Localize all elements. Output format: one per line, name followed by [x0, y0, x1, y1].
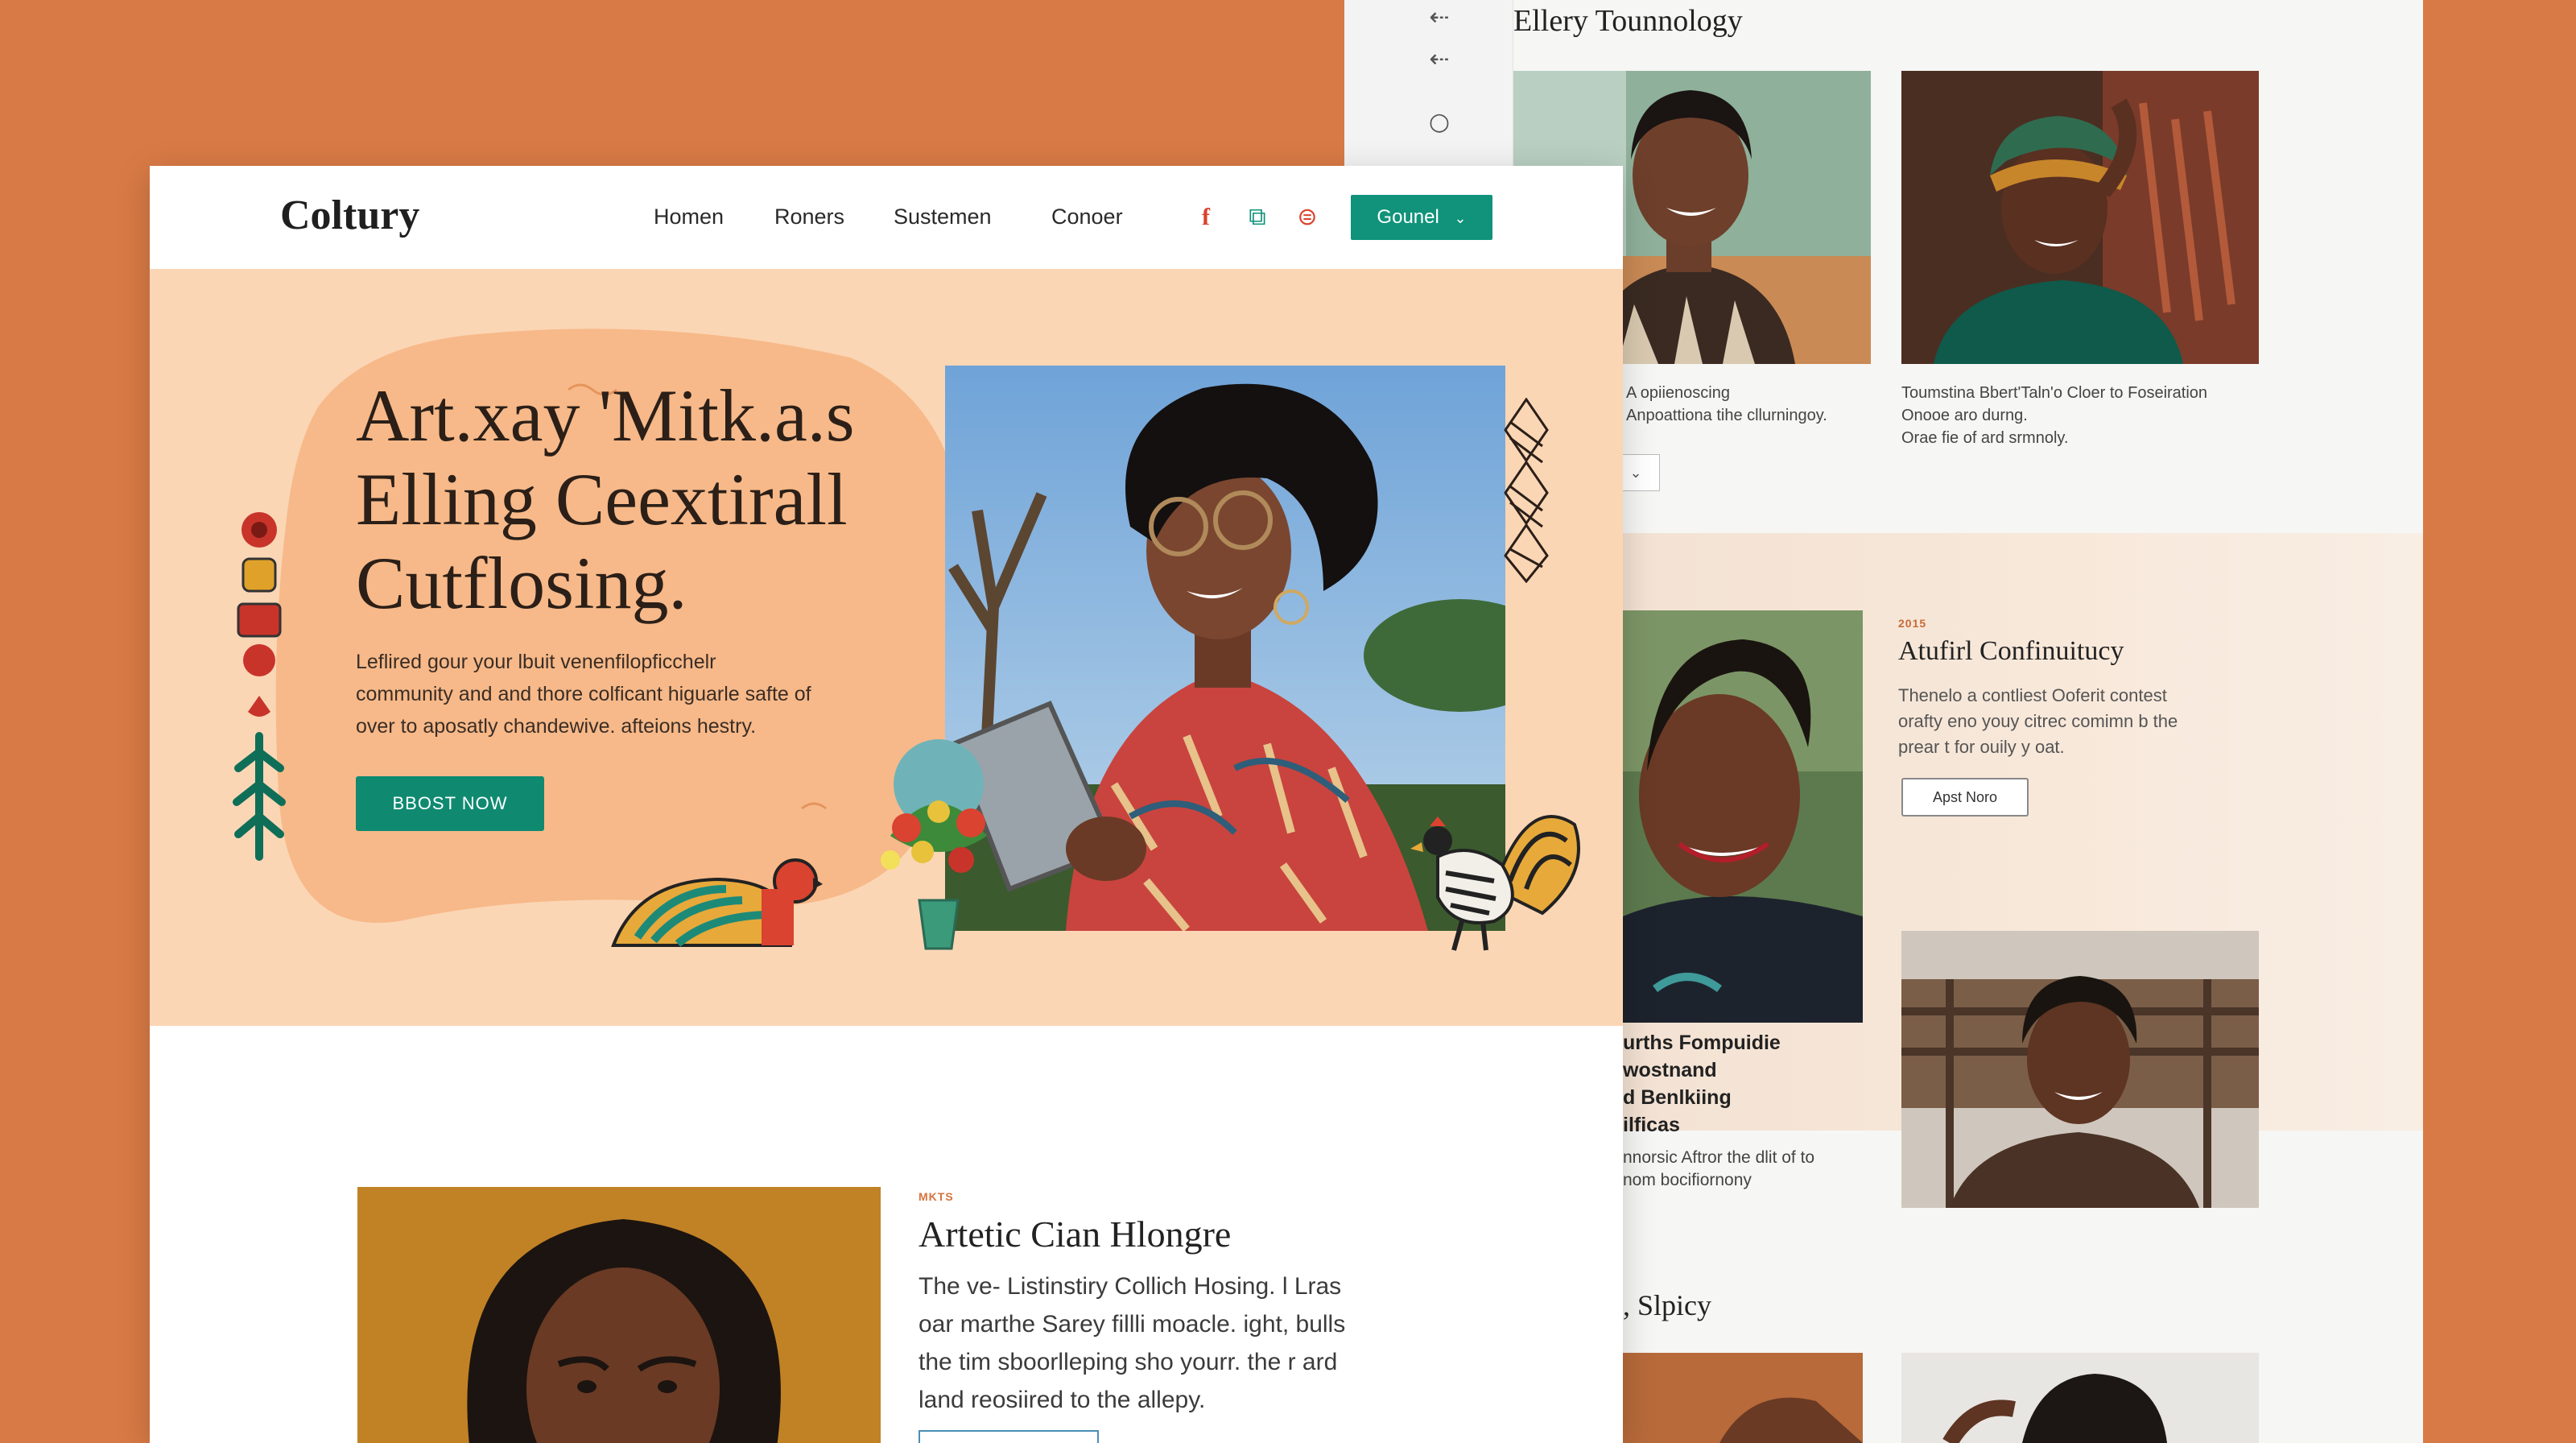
heading-line: Art.xay 'Mitk.a.s [356, 374, 855, 457]
feature-body: Thenelo a contliest Ooferit contest oraf… [1898, 683, 2178, 760]
gallery-title: Ellery Tounnology [1513, 4, 1743, 38]
body-line: prear t for ouily y oat. [1898, 737, 2065, 757]
flower-vase-icon [881, 739, 987, 950]
caption-line: A opiienoscing [1626, 384, 1730, 402]
portrait-photo[interactable] [1623, 1353, 1863, 1443]
portrait-photo[interactable] [1901, 931, 2259, 1208]
feature-button[interactable]: Apst Noro [1901, 778, 2029, 817]
article-body: The ve- Listinstiry Collich Hosing. l Lr… [919, 1267, 1418, 1419]
portrait-photo[interactable] [1901, 1353, 2259, 1443]
hero-section: Art.xay 'Mitk.a.s Elling Ceextirall Cutf… [150, 269, 1623, 1026]
caption-line: wostnand [1623, 1059, 1717, 1081]
person-caption: nnorsic Aftror the dlit of to nom bocifi… [1623, 1147, 1814, 1192]
hero-paragraph: Leflired gour your lbuit venenfilopficch… [356, 646, 903, 742]
article-title: Artetic Cian Hlongre [919, 1214, 1232, 1255]
paragraph-line: community and and thore colficant higuar… [356, 683, 811, 705]
get-started-button[interactable]: Gounel ⌄ [1351, 195, 1492, 240]
article-button[interactable] [919, 1430, 1099, 1443]
body-line: Thenelo a contliest Ooferit contest [1898, 685, 2167, 705]
circle-icon[interactable]: ○ [1425, 108, 1454, 137]
boost-now-button[interactable]: BBOST NOW [356, 776, 544, 831]
article-photo[interactable] [357, 1187, 881, 1443]
zigzag-pattern-icon [1504, 398, 1549, 583]
body-line: oar marthe Sarey fillli moacle. ight, bu… [919, 1311, 1346, 1338]
heading-line: Elling Ceextirall [356, 458, 848, 540]
caption-line: Toumstina Bbert'Taln'o Cloer to Foseirat… [1901, 384, 2208, 402]
paragraph-line: over to aposatly chandewive. afteions he… [356, 715, 757, 738]
site-logo[interactable]: Coltury [280, 192, 419, 239]
side-rail: ⇠ ⇠ ○ [1344, 0, 1513, 169]
share-icon[interactable]: ⧉ [1240, 200, 1275, 235]
rooster-icon [1410, 815, 1580, 951]
article-section: MKTS Artetic Cian Hlongre The ve- Listin… [150, 1026, 1623, 1443]
feature-title: Atufirl Confinuitucy [1898, 636, 2124, 666]
arrow-left-icon[interactable]: ⇠ [1425, 3, 1454, 32]
chevron-down-icon: ⌄ [1454, 210, 1467, 226]
body-line: orafty eno youy citrec comimn b the [1898, 711, 2178, 731]
nav-sustemen[interactable]: Sustemen [894, 205, 992, 229]
article-eyebrow: MKTS [919, 1190, 954, 1203]
arrow-left-icon[interactable]: ⇠ [1425, 45, 1454, 74]
nav-conoer[interactable]: Conoer [1051, 205, 1123, 229]
card-caption: A opiienoscing Anpoattiona tihe cllurnin… [1626, 382, 1827, 427]
portrait-photo[interactable] [1623, 610, 1863, 1023]
body-line: The ve- Listinstiry Collich Hosing. l Lr… [919, 1273, 1342, 1300]
caption-line: ilficas [1623, 1114, 1680, 1136]
hero-heading: Art.xay 'Mitk.a.s Elling Ceextirall Cutf… [356, 374, 855, 625]
front-panel: Coltury Homen Roners Sustemen Conoer f ⧉… [150, 166, 1623, 1443]
facebook-icon[interactable]: f [1188, 200, 1224, 235]
card-caption: Toumstina Bbert'Taln'o Cloer to Foseirat… [1901, 382, 2207, 449]
portrait-photo[interactable] [1901, 71, 2259, 364]
caption-line: Anpoattiona tihe cllurningoy. [1626, 407, 1827, 424]
caption-line: urths Fompuidie [1623, 1032, 1781, 1054]
caption-line: Onooe aro durng. [1901, 407, 2028, 424]
caption-line: Orae fie of ard srmnoly. [1901, 429, 2069, 447]
person-caption-bold: urths Fompuidie wostnand d Benlkiing ilf… [1623, 1029, 1781, 1139]
section-label: , Slpicy [1623, 1289, 1712, 1321]
nav-home[interactable]: Homen [654, 205, 724, 229]
caption-line: d Benlkiing [1623, 1086, 1732, 1109]
nav-roners[interactable]: Roners [774, 205, 844, 229]
top-navbar: Coltury Homen Roners Sustemen Conoer f ⧉… [150, 166, 1623, 269]
folk-ornament-icon [233, 512, 286, 861]
feature-eyebrow: 2015 [1898, 617, 1927, 630]
heading-line: Cutflosing. [356, 542, 687, 624]
body-line: land reosiired to the allepy. [919, 1387, 1206, 1413]
caption-line: nom bocifiornony [1623, 1171, 1752, 1189]
folk-animal-icon [611, 858, 823, 947]
paragraph-line: Leflired gour your lbuit venenfilopficch… [356, 651, 716, 673]
pinterest-icon[interactable]: ⊜ [1290, 200, 1325, 235]
button-label: Gounel [1377, 206, 1439, 228]
caption-line: nnorsic Aftror the dlit of to [1623, 1148, 1815, 1167]
body-line: the tim sboorlleping sho yourr. the r ar… [919, 1349, 1338, 1375]
